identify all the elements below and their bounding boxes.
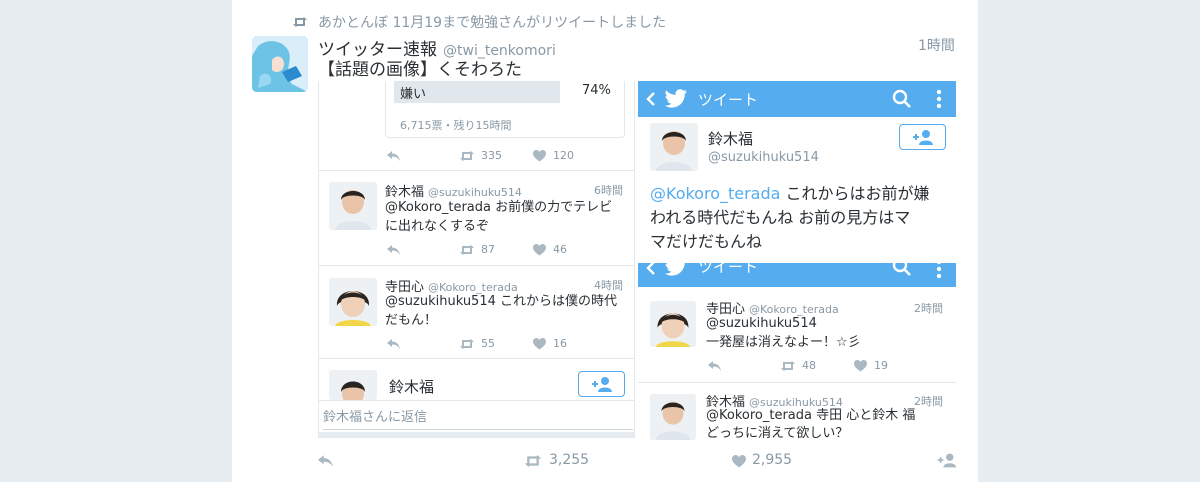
twitter-bird-icon bbox=[664, 89, 688, 108]
tweet-text-line: に出れなくするぞ bbox=[385, 219, 490, 234]
poll-card: 嫌い 74% 6,715票・残り15時間 bbox=[385, 81, 625, 138]
app-header: ツイート bbox=[638, 81, 956, 117]
more-vertical-icon[interactable] bbox=[936, 263, 942, 279]
timestamp: 2時間 bbox=[914, 395, 943, 408]
display-name[interactable]: 鈴木福 bbox=[389, 376, 434, 397]
tweet-text-line: どっちに消えて欲しい？ bbox=[706, 426, 849, 441]
heart-icon[interactable] bbox=[732, 455, 746, 468]
retweet-icon[interactable] bbox=[523, 454, 543, 468]
follow-button[interactable] bbox=[578, 371, 625, 397]
tweet-text: @Kokoro_terada 寺田 心と鈴木 福 どっちに消えて欲しい？ bbox=[706, 407, 915, 441]
tweet-actions: 55 16 bbox=[385, 336, 625, 352]
reply-icon[interactable] bbox=[387, 339, 401, 349]
back-chevron-icon[interactable] bbox=[646, 263, 655, 275]
tweet-text-line: @Kokoro_terada お前僕の力でテレビ bbox=[385, 200, 613, 215]
header-title: ツイート bbox=[698, 91, 759, 109]
follow-icon[interactable] bbox=[936, 452, 958, 468]
divider bbox=[319, 265, 634, 266]
divider bbox=[638, 382, 956, 383]
tweet-actions: 87 46 bbox=[385, 242, 625, 258]
tweet-text-line: われる時代だもんね お前の見方はマ bbox=[650, 208, 911, 227]
tweet-text-line: マだけだもんね bbox=[650, 232, 763, 251]
search-icon[interactable] bbox=[892, 89, 912, 109]
more-vertical-icon[interactable] bbox=[936, 89, 942, 109]
divider bbox=[319, 170, 634, 171]
retweet-count: 3,255 bbox=[549, 452, 590, 468]
tweet-text-line: 一発屋は消えなよー！☆彡 bbox=[706, 335, 861, 350]
avatar[interactable] bbox=[252, 36, 308, 92]
tweet-text: @Kokoro_terada これからはお前が嫌 われる時代だもんね お前の見方… bbox=[650, 182, 954, 254]
screenshot-right-top: ツイート 鈴木福 @suzukihuku514 @Kokoro_terada こ… bbox=[638, 81, 956, 263]
poll-percent: 74% bbox=[582, 83, 611, 98]
tweet-actions: 48 19 bbox=[706, 358, 946, 374]
tweet-text-line: @Kokoro_terada 寺田 心と鈴木 福 bbox=[706, 408, 916, 423]
header-title: ツイート bbox=[698, 263, 759, 276]
screenshot-right-bottom: ツイート 寺田心 @Kokoro_terada 2時間 @suzukihuku5… bbox=[638, 263, 956, 441]
retweet-count: 335 bbox=[481, 149, 502, 162]
reply-bar: 鈴木福さんに返信 bbox=[319, 400, 634, 432]
reply-icon[interactable] bbox=[318, 455, 334, 467]
tweet-text: @suzukihuku514 一発屋は消えなよー！☆彡 bbox=[706, 314, 861, 352]
poll-actions: 335 120 bbox=[385, 148, 625, 164]
search-icon[interactable] bbox=[892, 263, 912, 277]
timestamp[interactable]: 1時間 bbox=[918, 35, 955, 55]
avatar[interactable] bbox=[650, 123, 698, 171]
retweet-context: あかとんぼ 11月19まで勉強さんがリツイートしました bbox=[292, 12, 666, 32]
retweet-icon[interactable] bbox=[780, 360, 796, 372]
retweet-count: 48 bbox=[802, 359, 816, 372]
retweet-icon bbox=[293, 17, 307, 27]
retweet-count: 87 bbox=[481, 243, 495, 256]
like-count: 19 bbox=[874, 359, 888, 372]
timestamp: 4時間 bbox=[594, 279, 623, 292]
avatar[interactable] bbox=[329, 278, 377, 326]
poll-meta: 6,715票・残り15時間 bbox=[400, 119, 512, 132]
like-count: 120 bbox=[553, 149, 574, 162]
heart-icon[interactable] bbox=[854, 360, 867, 372]
handle[interactable]: @suzukihuku514 bbox=[708, 150, 819, 165]
follow-icon bbox=[591, 377, 612, 392]
bottom-edge bbox=[319, 432, 634, 438]
screenshot-left: 嫌い 74% 6,715票・残り15時間 335 120 鈴木福 @suzuki… bbox=[318, 81, 635, 438]
tweet-text: 【話題の画像】くそわろた bbox=[318, 60, 522, 80]
heart-icon[interactable] bbox=[533, 150, 546, 162]
reply-icon[interactable] bbox=[387, 245, 401, 255]
heart-icon[interactable] bbox=[533, 244, 546, 256]
tweet-text-line: これからはお前が嫌 bbox=[780, 184, 930, 203]
retweet-context-text[interactable]: あかとんぼ 11月19まで勉強さんがリツイートしました bbox=[318, 12, 666, 32]
avatar-illustration bbox=[252, 36, 308, 92]
avatar[interactable] bbox=[329, 370, 377, 400]
retweet-count: 55 bbox=[481, 337, 495, 350]
tweet-text: @Kokoro_terada お前僕の力でテレビ に出れなくするぞ bbox=[385, 198, 612, 236]
poll-option: 嫌い bbox=[400, 87, 427, 102]
follow-button[interactable] bbox=[899, 124, 946, 150]
app-header: ツイート bbox=[638, 263, 956, 287]
avatar[interactable] bbox=[650, 394, 696, 440]
like-count: 16 bbox=[553, 337, 567, 350]
timestamp: 2時間 bbox=[914, 302, 943, 315]
like-count: 46 bbox=[553, 243, 567, 256]
mention-link[interactable]: @Kokoro_terada bbox=[650, 184, 780, 203]
twitter-bird-icon bbox=[664, 263, 685, 276]
tweet-text-line: だもん！ bbox=[385, 313, 438, 328]
display-name[interactable]: 鈴木福 bbox=[708, 128, 753, 149]
avatar[interactable] bbox=[650, 301, 696, 347]
tweet-text: @suzukihuku514 これからは僕の時代 だもん！ bbox=[385, 292, 617, 330]
divider bbox=[319, 358, 634, 359]
timestamp: 6時間 bbox=[594, 184, 623, 197]
reply-input[interactable]: 鈴木福さんに返信 bbox=[323, 406, 427, 425]
retweet-icon[interactable] bbox=[459, 244, 475, 256]
reply-icon[interactable] bbox=[708, 361, 722, 371]
tweet-text-line: @suzukihuku514 これからは僕の時代 bbox=[385, 294, 618, 309]
retweet-icon[interactable] bbox=[459, 150, 475, 162]
follow-icon bbox=[912, 130, 933, 145]
tweet-text-line: @suzukihuku514 bbox=[706, 316, 817, 331]
input-underline bbox=[323, 429, 633, 430]
reply-icon[interactable] bbox=[387, 151, 401, 161]
retweet-icon[interactable] bbox=[459, 338, 475, 350]
heart-icon[interactable] bbox=[533, 338, 546, 350]
back-chevron-icon[interactable] bbox=[646, 92, 655, 106]
like-count: 2,955 bbox=[752, 452, 793, 468]
avatar[interactable] bbox=[329, 182, 377, 230]
